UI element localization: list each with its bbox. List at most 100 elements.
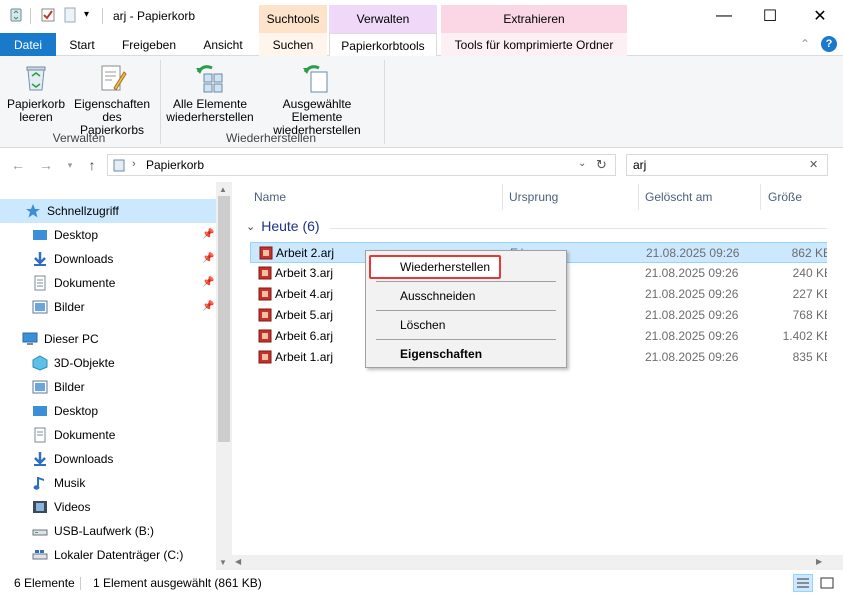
column-header-geloescht-am[interactable]: Gelöscht am bbox=[645, 186, 712, 208]
collapse-chevron-icon[interactable]: ⌄ bbox=[246, 220, 255, 233]
column-separator[interactable] bbox=[638, 184, 639, 210]
pin-icon[interactable]: 📌 bbox=[202, 277, 214, 289]
papierkorb-leeren-button[interactable]: Papierkorb leeren bbox=[4, 62, 68, 124]
nav-item-dokumente-quick[interactable]: Dokumente 📌 bbox=[0, 271, 216, 295]
desktop-icon bbox=[32, 403, 48, 419]
nav-label: Schnellzugriff bbox=[47, 204, 119, 218]
context-item-wiederherstellen[interactable]: Wiederherstellen bbox=[400, 260, 490, 274]
file-name: Arbeit 3.arj bbox=[275, 266, 334, 280]
nav-item-downloads-quick[interactable]: Downloads 📌 bbox=[0, 247, 216, 271]
contextual-tab-verwalten: Verwalten bbox=[329, 5, 437, 33]
pin-icon[interactable]: 📌 bbox=[202, 229, 214, 241]
archive-file-icon bbox=[258, 266, 272, 280]
file-scrollbar[interactable] bbox=[827, 182, 843, 570]
scroll-left-icon[interactable]: ◀ bbox=[235, 557, 241, 566]
tab-ansicht[interactable]: Ansicht bbox=[192, 33, 254, 56]
clear-search-icon[interactable]: ✕ bbox=[809, 158, 818, 171]
ausgewaehlte-wiederherstellen-button[interactable]: Ausgewählte Elemente wiederherstellen bbox=[256, 62, 378, 137]
pin-icon[interactable]: 📌 bbox=[202, 301, 214, 313]
file-deleted-date: 21.08.2025 09:26 bbox=[646, 246, 740, 260]
nav-item-usb-laufwerk[interactable]: USB-Laufwerk (B:) bbox=[0, 519, 216, 543]
up-arrow-icon[interactable]: ↑ bbox=[84, 157, 100, 173]
status-item-count: 6 Elemente bbox=[14, 576, 75, 590]
tab-start[interactable]: Start bbox=[58, 33, 106, 56]
nav-item-bilder-quick[interactable]: Bilder 📌 bbox=[0, 295, 216, 319]
back-arrow-icon[interactable]: ← bbox=[10, 157, 26, 173]
refresh-icon[interactable]: ↻ bbox=[596, 157, 607, 173]
recent-locations-icon[interactable]: ▾ bbox=[62, 157, 78, 173]
scroll-down-icon[interactable]: ▼ bbox=[219, 558, 227, 567]
scroll-up-icon[interactable]: ▲ bbox=[219, 185, 227, 194]
tab-datei[interactable]: Datei bbox=[0, 33, 56, 56]
nav-item-desktop[interactable]: Desktop bbox=[0, 399, 216, 423]
properties-icon bbox=[96, 62, 128, 94]
context-item-eigenschaften[interactable]: Eigenschaften bbox=[400, 347, 482, 361]
column-header-groesse[interactable]: Größe bbox=[768, 186, 802, 208]
forward-arrow-icon[interactable]: → bbox=[38, 157, 54, 173]
ribbon-group-separator bbox=[384, 60, 385, 144]
pictures-icon bbox=[32, 299, 48, 315]
film-icon bbox=[32, 499, 48, 515]
minimize-button[interactable]: — bbox=[701, 0, 747, 32]
tab-suchen[interactable]: Suchen bbox=[259, 33, 327, 56]
nav-label: Bilder bbox=[54, 300, 85, 314]
tab-freigeben[interactable]: Freigeben bbox=[112, 33, 186, 56]
nav-label: Dieser PC bbox=[44, 332, 99, 346]
nav-item-dokumente[interactable]: Dokumente bbox=[0, 423, 216, 447]
tab-papierkorbtools[interactable]: Papierkorbtools bbox=[329, 33, 437, 57]
restore-selected-icon bbox=[301, 62, 333, 94]
column-separator[interactable] bbox=[760, 184, 761, 210]
close-button[interactable]: ✕ bbox=[797, 0, 843, 32]
breadcrumb-papierkorb[interactable]: Papierkorb bbox=[146, 158, 204, 172]
nav-item-3d-objekte[interactable]: 3D-Objekte bbox=[0, 351, 216, 375]
context-separator bbox=[376, 310, 556, 311]
collapse-ribbon-icon[interactable]: ⌃ bbox=[800, 37, 810, 51]
large-icons-view-icon[interactable] bbox=[818, 575, 836, 591]
pin-icon[interactable]: 📌 bbox=[202, 253, 214, 265]
quick-access-divider bbox=[30, 8, 31, 24]
eigenschaften-papierkorb-button[interactable]: Eigenschaften des Papierkorbs bbox=[70, 62, 154, 137]
group-header-heute[interactable]: ⌄ Heute (6) bbox=[246, 218, 320, 234]
computer-icon bbox=[22, 331, 38, 347]
nav-item-desktop-quick[interactable]: Desktop 📌 bbox=[0, 223, 216, 247]
nav-item-bilder[interactable]: Bilder bbox=[0, 375, 216, 399]
nav-item-videos[interactable]: Videos bbox=[0, 495, 216, 519]
context-item-loeschen[interactable]: Löschen bbox=[400, 318, 445, 332]
hard-drive-icon bbox=[32, 547, 48, 563]
horizontal-scrollbar[interactable]: ◀ ▶ bbox=[232, 555, 843, 570]
file-deleted-date: 21.08.2025 09:26 bbox=[645, 308, 739, 322]
column-header-ursprung[interactable]: Ursprung bbox=[509, 186, 558, 208]
column-header-name[interactable]: Name bbox=[254, 186, 286, 208]
nav-item-dieser-pc[interactable]: Dieser PC bbox=[0, 327, 216, 351]
nav-label: Desktop bbox=[54, 228, 99, 242]
nav-item-downloads[interactable]: Downloads bbox=[0, 447, 216, 471]
file-size: 1.402 KB bbox=[782, 329, 832, 343]
nav-item-schnellzugriff[interactable]: Schnellzugriff bbox=[0, 199, 216, 223]
tab-tools-komprimierte-ordner[interactable]: Tools für komprimierte Ordner bbox=[441, 33, 627, 56]
details-view-icon[interactable] bbox=[793, 574, 813, 592]
address-dropdown-icon[interactable]: ⌄ bbox=[578, 158, 586, 169]
nav-scrollbar-thumb[interactable] bbox=[218, 196, 230, 442]
music-note-icon bbox=[32, 475, 48, 491]
new-folder-quick-icon[interactable] bbox=[62, 7, 78, 23]
nav-item-musik[interactable]: Musik bbox=[0, 471, 216, 495]
nav-item-lokaler-datentraeger[interactable]: Lokaler Datenträger (C:) bbox=[0, 543, 216, 567]
column-separator[interactable] bbox=[502, 184, 503, 210]
maximize-button[interactable]: ☐ bbox=[747, 0, 793, 32]
restore-all-icon bbox=[194, 62, 226, 94]
close-icon: ✕ bbox=[813, 8, 827, 25]
nav-label: Musik bbox=[54, 476, 86, 490]
properties-quick-icon[interactable] bbox=[40, 7, 56, 23]
search-input[interactable]: arj ✕ bbox=[626, 154, 828, 176]
address-bar[interactable]: › Papierkorb ⌄ ↻ bbox=[107, 154, 616, 176]
context-item-ausschneiden[interactable]: Ausschneiden bbox=[400, 289, 475, 303]
group-label: Heute (6) bbox=[261, 218, 320, 234]
contextual-tab-suchtools: Suchtools bbox=[259, 5, 327, 33]
customize-quick-access-icon[interactable]: ▾ bbox=[84, 9, 89, 20]
nav-label: Downloads bbox=[54, 252, 114, 266]
file-name: Arbeit 1.arj bbox=[275, 350, 334, 364]
scroll-right-icon[interactable]: ▶ bbox=[816, 557, 822, 566]
3d-objects-icon bbox=[32, 355, 48, 371]
help-icon[interactable]: ? bbox=[821, 36, 837, 52]
alle-wiederherstellen-button[interactable]: Alle Elemente wiederherstellen bbox=[164, 62, 256, 124]
